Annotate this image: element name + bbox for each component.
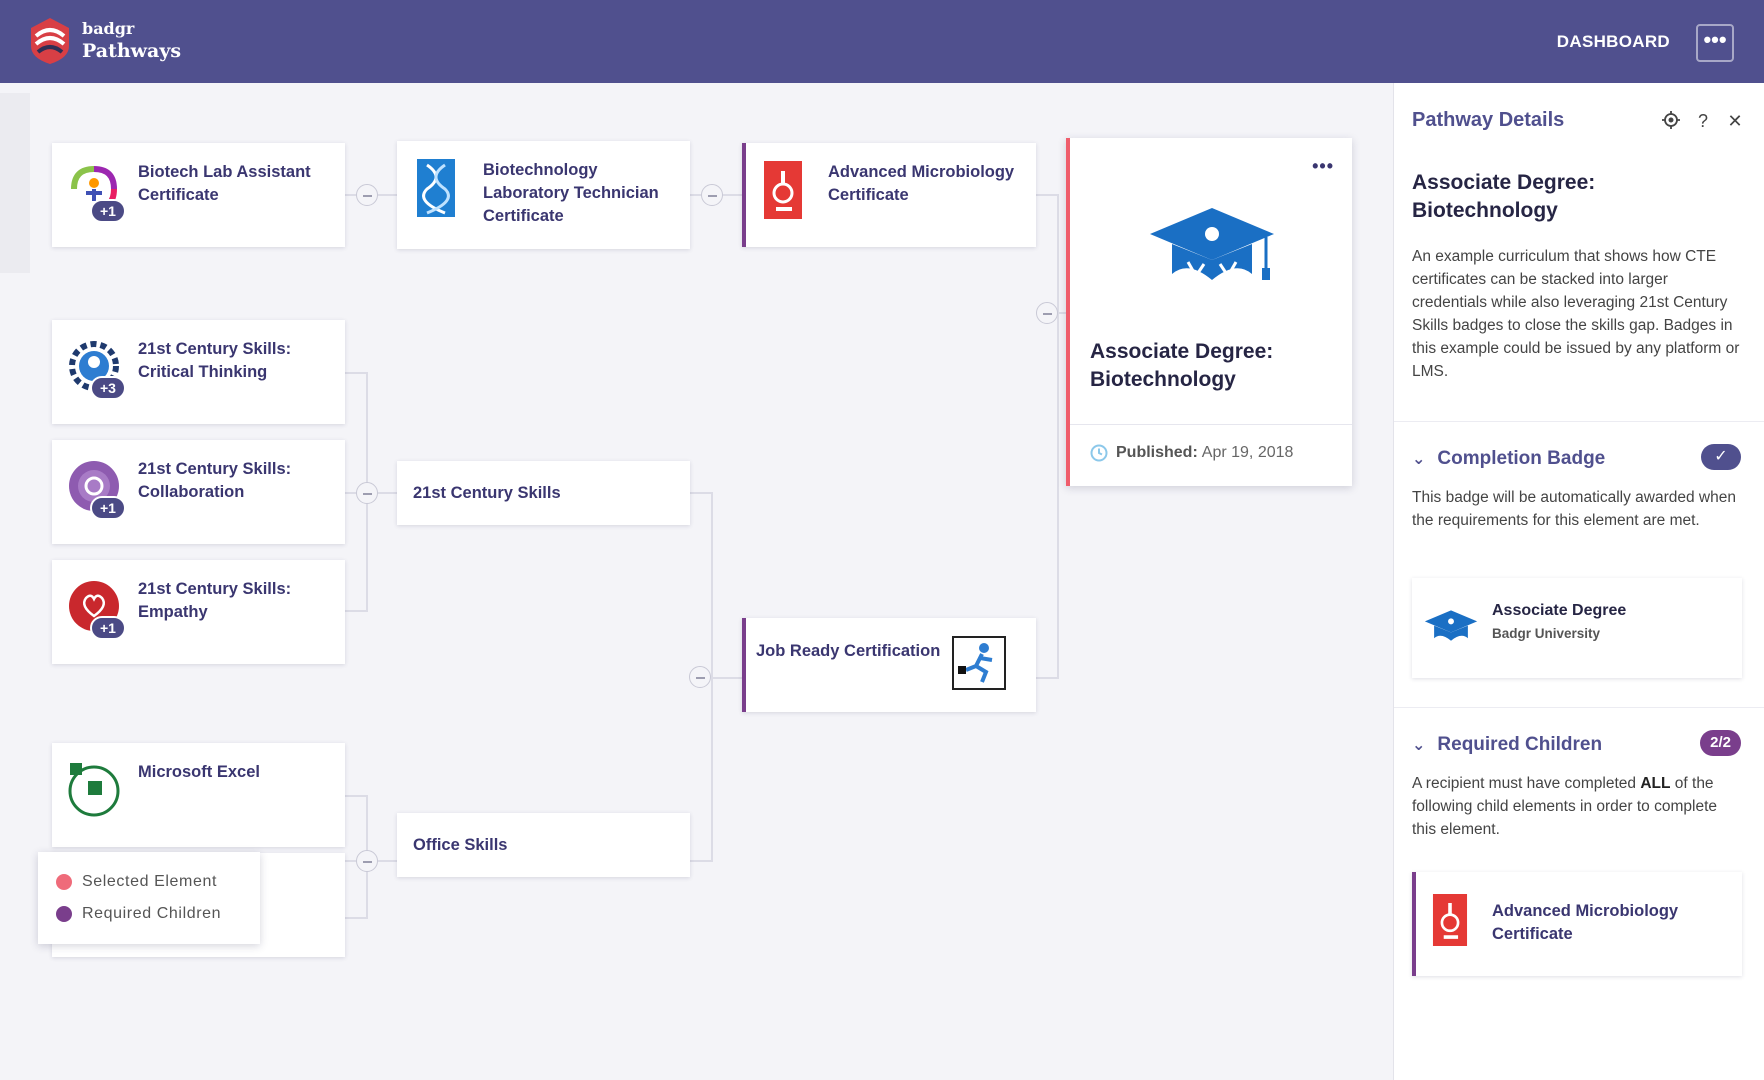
microscope-icon [1432, 894, 1468, 946]
legend-row-selected: Selected Element [56, 866, 242, 898]
dna-icon [417, 159, 455, 217]
collapse-toggle[interactable] [701, 184, 723, 206]
published-label: Published: [1116, 444, 1198, 461]
collapse-toggle[interactable] [356, 850, 378, 872]
card-title-line: Biotechnology [483, 161, 598, 179]
selected-card-title-line: Biotechnology [1090, 368, 1236, 391]
target-icon[interactable] [1662, 111, 1680, 134]
card-title-line: Certificate [828, 186, 909, 204]
card-title-line: Empathy [138, 603, 208, 621]
card-title-line: Certificate [138, 186, 219, 204]
panel-heading: Pathway Details [1412, 109, 1565, 131]
pathway-card-empathy[interactable]: +1 21st Century Skills: Empathy [52, 560, 345, 664]
graduation-cap-icon [1150, 208, 1274, 280]
runner-icon [952, 636, 1006, 690]
section-label: Completion Badge [1437, 448, 1606, 469]
related-count-badge: +3 [90, 376, 126, 400]
check-icon[interactable]: ✓ [1701, 444, 1741, 470]
pathway-card-biotech-lab-technician[interactable]: Biotechnology Laboratory Technician Cert… [397, 141, 690, 249]
legend: Selected Element Required Children [38, 852, 260, 944]
badge-title: Associate Degree [1492, 602, 1627, 619]
pathway-card-office-skills[interactable]: Office Skills [397, 813, 690, 877]
published-date: Apr 19, 2018 [1201, 444, 1294, 461]
close-icon[interactable]: ✕ [1726, 111, 1744, 134]
text-fragment: A recipient must have completed [1412, 775, 1641, 792]
required-count-badge: 2/2 [1700, 730, 1741, 756]
card-title: Microsoft Excel [138, 763, 260, 781]
published-info: Published: Apr 19, 2018 [1090, 444, 1293, 462]
legend-row-required: Required Children [56, 898, 242, 930]
chevron-down-icon: ⌄ [1412, 737, 1426, 754]
legend-label: Selected Element [82, 873, 218, 890]
card-title: Office Skills [413, 835, 508, 854]
collapse-toggle[interactable] [356, 184, 378, 206]
selected-card-title-line: Associate Degree: [1090, 340, 1274, 363]
more-menu-button[interactable]: ••• [1696, 24, 1734, 62]
help-icon[interactable]: ? [1694, 111, 1712, 134]
logo-wordmark: Pathways [82, 40, 182, 62]
graduation-cap-icon [1424, 610, 1478, 641]
legend-label: Required Children [82, 905, 222, 922]
card-title-line: Laboratory Technician [483, 184, 659, 202]
pathway-card-collaboration[interactable]: +1 21st Century Skills: Collaboration [52, 440, 345, 544]
required-children-toggle[interactable]: ⌄ Required Children [1412, 734, 1602, 756]
app-header: badgr Pathways DASHBOARD ••• [0, 0, 1764, 83]
card-title: 21st Century Skills [413, 483, 561, 502]
pathway-card-biotech-lab-assistant[interactable]: +1 Biotech Lab Assistant Certificate [52, 143, 345, 247]
pathway-card-advanced-microbiology[interactable]: Advanced Microbiology Certificate [742, 143, 1036, 247]
collapse-toggle[interactable] [1036, 302, 1058, 324]
panel-description: An example curriculum that shows how CTE… [1412, 248, 1740, 380]
pathway-card-critical-thinking[interactable]: +3 21st Century Skills: Critical Thinkin… [52, 320, 345, 424]
child-title-line: Certificate [1492, 925, 1573, 943]
dashboard-link[interactable]: DASHBOARD [1557, 32, 1670, 52]
legend-dot-selected [56, 874, 72, 890]
panel-title-line: Biotechnology [1412, 199, 1558, 222]
pathway-card-microsoft-excel[interactable]: Microsoft Excel [52, 743, 345, 847]
completion-description: This badge will be automatically awarded… [1412, 489, 1736, 529]
card-divider [1070, 424, 1352, 425]
card-title: Job Ready Certification [756, 642, 941, 660]
completion-badge-toggle[interactable]: ⌄ Completion Badge [1412, 448, 1605, 470]
child-title-line: Advanced Microbiology [1492, 902, 1679, 920]
section-label: Required Children [1437, 734, 1603, 755]
logo-wordmark-small: badgr [82, 19, 135, 38]
card-title-line: 21st Century Skills: [138, 340, 292, 358]
card-title-line: Biotech Lab Assistant [138, 163, 311, 181]
card-title-line: Critical Thinking [138, 363, 268, 381]
text-emphasis: ALL [1640, 775, 1671, 792]
badgr-logo[interactable]: badgr Pathways [28, 16, 181, 66]
card-title-line: 21st Century Skills: [138, 580, 292, 598]
excel-badge-icon [68, 763, 120, 817]
legend-dot-required [56, 906, 72, 922]
related-count-badge: +1 [90, 199, 126, 223]
microscope-icon [764, 161, 802, 219]
badgr-shield-icon [31, 18, 69, 64]
selected-pathway-card[interactable]: ••• Associate Degree: Biotechnology Publ… [1066, 138, 1352, 486]
pathway-card-job-ready-certification[interactable]: Job Ready Certification [742, 618, 1036, 712]
completion-badge-section: ⌄ Completion Badge ✓ This badge will be … [1394, 421, 1764, 707]
card-title-line: 21st Century Skills: [138, 460, 292, 478]
card-title-line: Advanced Microbiology [828, 163, 1015, 181]
card-menu-button[interactable]: ••• [1312, 156, 1334, 177]
chevron-down-icon: ⌄ [1412, 451, 1426, 468]
collapse-toggle[interactable] [689, 666, 711, 688]
card-title-line: Collaboration [138, 483, 245, 501]
badge-issuer: Badgr University [1492, 626, 1601, 641]
required-description: A recipient must have completed ALL of t… [1412, 772, 1742, 841]
related-count-badge: +1 [90, 496, 126, 520]
related-count-badge: +1 [90, 616, 126, 640]
required-children-section: ⌄ Required Children 2/2 A recipient must… [1394, 707, 1764, 1080]
collapse-toggle[interactable] [356, 482, 378, 504]
panel-title-line: Associate Degree: [1412, 171, 1596, 194]
pathway-details-panel: Pathway Details ? ✕ Associate Degree: Bi… [1393, 83, 1764, 1080]
clock-icon [1090, 444, 1108, 462]
completion-badge-card[interactable]: Associate Degree Badgr University [1412, 578, 1742, 678]
required-child-card[interactable]: Advanced Microbiology Certificate [1412, 872, 1742, 976]
pathway-card-21st-century-skills[interactable]: 21st Century Skills [397, 461, 690, 525]
card-title-line: Certificate [483, 207, 564, 225]
